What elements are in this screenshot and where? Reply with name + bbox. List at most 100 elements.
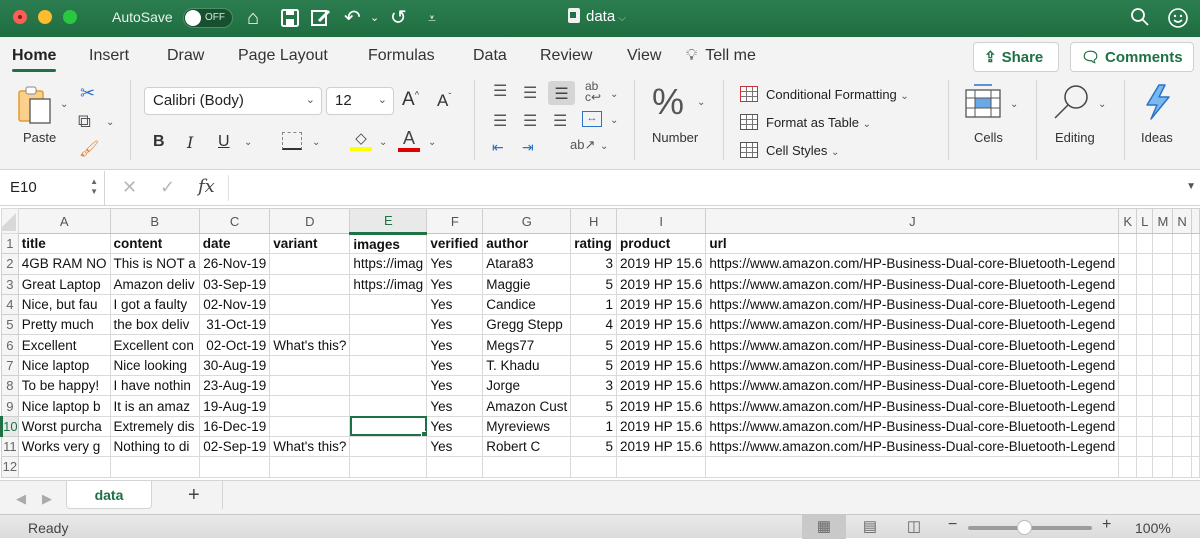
cell-n10[interactable] <box>1172 415 1192 437</box>
cell-j6[interactable]: https://www.amazon.com/HP-Business-Dual-… <box>705 334 1120 356</box>
minimize-window-button[interactable] <box>38 10 52 24</box>
cell-f4[interactable]: Yes <box>426 293 484 316</box>
cell-l5[interactable] <box>1136 314 1154 336</box>
wrap-text-dropdown-chevron-icon[interactable]: ⌄ <box>610 89 618 100</box>
row-header-1[interactable]: 1 <box>1 232 19 255</box>
cell-b1[interactable]: content <box>109 232 200 255</box>
cell-e9[interactable] <box>349 395 428 417</box>
cell-j10[interactable]: https://www.amazon.com/HP-Business-Dual-… <box>705 415 1120 437</box>
underline-dropdown-chevron-icon[interactable]: ⌄ <box>244 137 252 148</box>
cell-a11[interactable]: Works very g <box>17 435 111 458</box>
cell-d1[interactable]: variant <box>269 232 351 255</box>
column-header-b[interactable]: B <box>109 208 200 234</box>
name-box-spinner-icon[interactable]: ▲ ▼ <box>90 177 98 197</box>
cell-n11[interactable] <box>1172 435 1192 458</box>
cell-overflow[interactable] <box>1190 435 1200 458</box>
editing-button[interactable] <box>1052 83 1092 126</box>
cell-i1[interactable]: product <box>616 232 707 255</box>
page-break-view-button[interactable]: ◫ <box>892 515 936 539</box>
zoom-in-button[interactable]: + <box>1102 516 1111 534</box>
cell-c11[interactable]: 02-Sep-19 <box>198 435 271 458</box>
smiley-feedback-icon[interactable] <box>1167 5 1189 35</box>
row-header-9[interactable]: 9 <box>1 395 19 417</box>
zoom-slider-handle[interactable] <box>1016 520 1032 535</box>
cell-l8[interactable] <box>1136 375 1154 397</box>
decrease-indent-icon[interactable]: ⇤ <box>492 139 504 156</box>
next-sheet-icon[interactable]: ▶ <box>42 491 52 507</box>
column-header-a[interactable]: A <box>17 208 111 234</box>
cell-j4[interactable]: https://www.amazon.com/HP-Business-Dual-… <box>705 293 1120 316</box>
cell-overflow[interactable] <box>1190 253 1200 275</box>
merge-dropdown-chevron-icon[interactable]: ⌄ <box>610 115 618 126</box>
editing-dropdown-chevron-icon[interactable]: ⌄ <box>1098 99 1106 110</box>
cell-g7[interactable]: T. Khadu <box>482 354 572 377</box>
increase-indent-icon[interactable]: ⇥ <box>522 139 534 156</box>
customize-toolbar-icon[interactable]: ⩡ <box>428 5 436 31</box>
cell-g11[interactable]: Robert C <box>482 435 572 458</box>
cell-f6[interactable]: Yes <box>426 334 484 356</box>
cut-icon[interactable]: ✂︎ <box>80 83 95 104</box>
cell-i11[interactable]: 2019 HP 15.6 <box>616 435 707 458</box>
font-size-select[interactable]: 12 ⌄ <box>326 87 394 115</box>
close-window-button[interactable] <box>13 10 27 24</box>
row-header-5[interactable]: 5 <box>1 314 19 336</box>
cell-b5[interactable]: the box deliv <box>109 314 200 336</box>
cell-d11[interactable]: What's this? <box>269 435 351 458</box>
cell-l1[interactable] <box>1136 232 1154 255</box>
select-all-corner[interactable] <box>1 208 19 234</box>
cell-n2[interactable] <box>1172 253 1192 275</box>
cell-b12[interactable] <box>109 456 200 478</box>
decrease-font-size-icon[interactable]: Aˇ <box>437 91 451 111</box>
cell-m10[interactable] <box>1152 415 1174 437</box>
cell-m7[interactable] <box>1152 354 1174 377</box>
row-header-8[interactable]: 8 <box>1 375 19 397</box>
cells-button[interactable] <box>964 83 1002 124</box>
cell-h6[interactable]: 5 <box>570 334 618 356</box>
cell-i7[interactable]: 2019 HP 15.6 <box>616 354 707 377</box>
cell-overflow[interactable] <box>1190 293 1200 316</box>
cell-m1[interactable] <box>1152 232 1174 255</box>
cell-k3[interactable] <box>1118 273 1138 295</box>
cell-l7[interactable] <box>1136 354 1154 377</box>
align-left-icon[interactable]: ☰ <box>493 111 507 131</box>
row-header-2[interactable]: 2 <box>1 253 19 275</box>
name-box[interactable]: E10 ▲ ▼ <box>0 171 105 205</box>
cell-n3[interactable] <box>1172 273 1192 295</box>
cell-h11[interactable]: 5 <box>570 435 618 458</box>
cell-f9[interactable]: Yes <box>426 395 484 417</box>
tab-data[interactable]: Data <box>473 47 507 65</box>
increase-font-size-icon[interactable]: A^ <box>402 89 419 111</box>
fill-color-icon[interactable]: ◇ <box>350 129 372 151</box>
search-icon[interactable] <box>1130 5 1150 35</box>
format-painter-icon[interactable]: 🖌︎ <box>79 139 99 159</box>
tab-insert[interactable]: Insert <box>89 47 129 65</box>
cell-d4[interactable] <box>269 293 351 316</box>
cell-a4[interactable]: Nice, but fau <box>17 293 111 316</box>
cell-c10[interactable]: 16-Dec-19 <box>198 415 271 437</box>
cell-g1[interactable]: author <box>482 232 572 255</box>
document-title[interactable]: data ⌵ <box>568 8 626 25</box>
ideas-button[interactable] <box>1143 83 1173 126</box>
cell-m12[interactable] <box>1152 456 1174 478</box>
cell-a1[interactable]: title <box>17 232 111 255</box>
expand-formula-bar-icon[interactable]: ▼ <box>1186 181 1196 192</box>
cell-b9[interactable]: It is an amaz <box>109 395 200 417</box>
cell-d5[interactable] <box>269 314 351 336</box>
cell-h8[interactable]: 3 <box>570 375 618 397</box>
borders-icon[interactable] <box>282 132 302 150</box>
cell-a8[interactable]: To be happy! <box>17 375 111 397</box>
cell-k9[interactable] <box>1118 395 1138 417</box>
cell-d9[interactable] <box>269 395 351 417</box>
font-color-dropdown-chevron-icon[interactable]: ⌄ <box>428 137 436 148</box>
column-header-g[interactable]: G <box>482 208 572 234</box>
tab-review[interactable]: Review <box>540 47 592 65</box>
tab-view[interactable]: View <box>627 47 661 65</box>
confirm-formula-icon[interactable]: ✓ <box>160 177 175 198</box>
cell-f7[interactable]: Yes <box>426 354 484 377</box>
cell-g5[interactable]: Gregg Stepp <box>482 314 572 336</box>
cell-m9[interactable] <box>1152 395 1174 417</box>
column-header-d[interactable]: D <box>269 208 351 234</box>
row-header-7[interactable]: 7 <box>1 354 19 377</box>
formula-input[interactable] <box>228 175 1183 201</box>
row-header-12[interactable]: 12 <box>1 456 19 478</box>
